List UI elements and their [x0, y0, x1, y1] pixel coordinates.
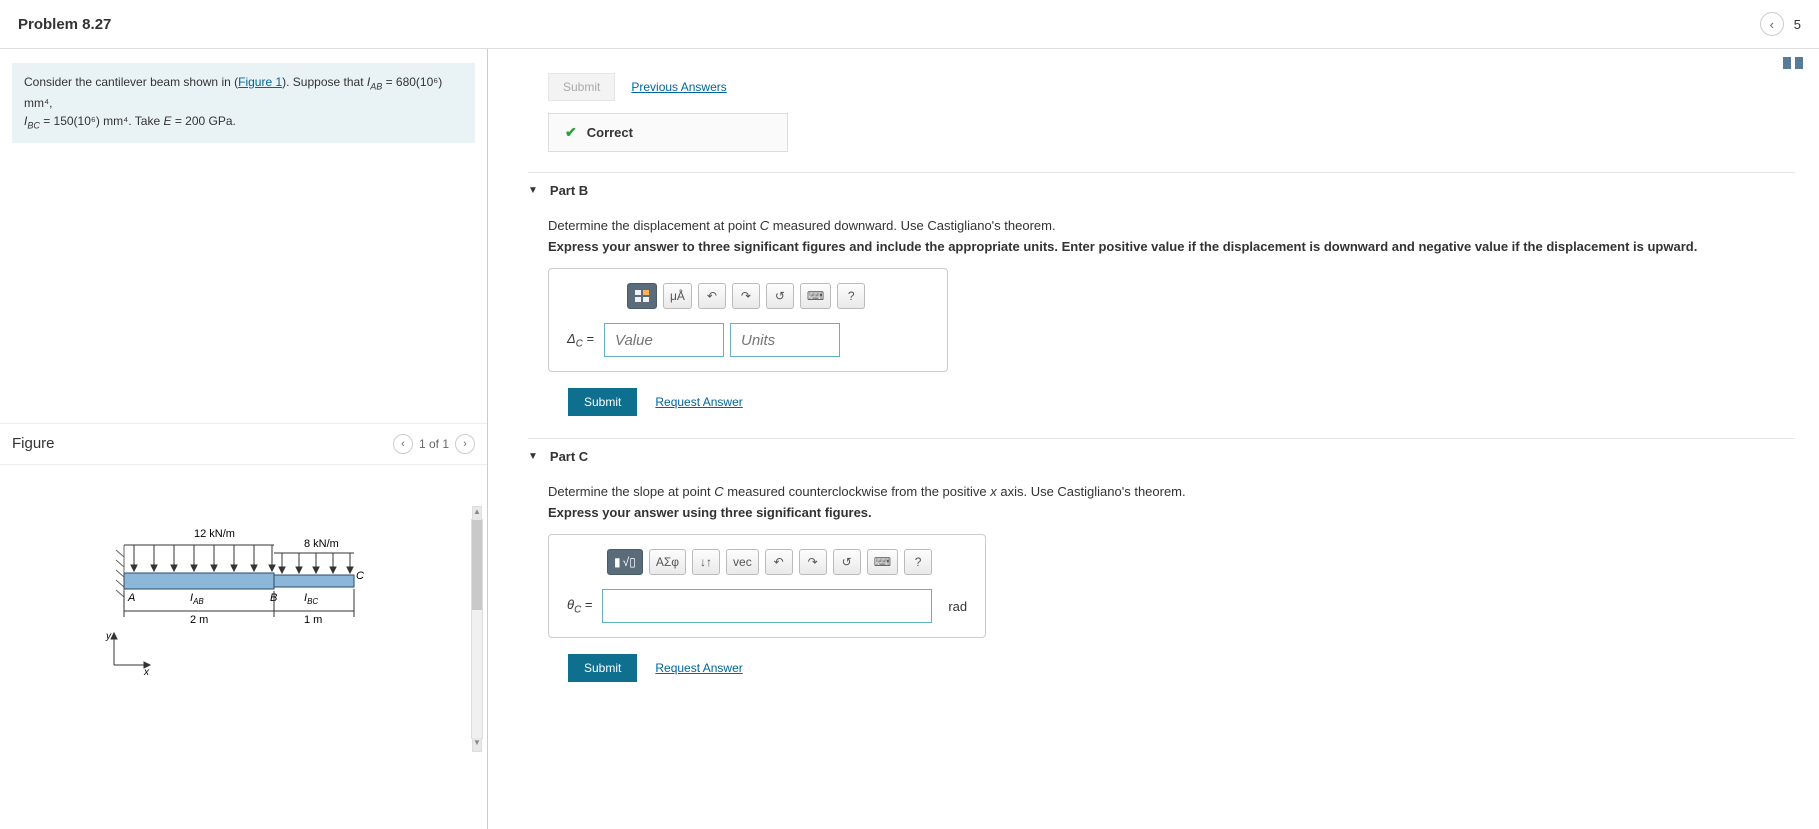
- svg-text:IBC: IBC: [304, 592, 318, 606]
- scroll-up-icon[interactable]: ▲: [472, 506, 482, 520]
- figure-page-label: 1 of 1: [419, 437, 449, 451]
- check-icon: ✔: [565, 124, 577, 141]
- partb-toolbar: μÅ ↶ ↷ ↺ ⌨ ?: [567, 283, 929, 309]
- partb-submit-button[interactable]: Submit: [568, 388, 637, 416]
- reset-icon[interactable]: ↺: [833, 549, 861, 575]
- subsup-button[interactable]: ↓↑: [692, 549, 720, 575]
- partc-unit-label: rad: [948, 599, 967, 614]
- figure-title: Figure: [12, 435, 55, 452]
- help-icon[interactable]: ?: [904, 549, 932, 575]
- svg-text:A: A: [127, 592, 135, 604]
- svg-text:IAB: IAB: [190, 592, 204, 606]
- partc-prompt: Determine the slope at point C measured …: [548, 484, 1795, 499]
- svg-text:x: x: [143, 667, 150, 675]
- svg-text:C: C: [356, 570, 364, 582]
- partb-value-input[interactable]: [604, 323, 724, 357]
- undo-icon[interactable]: ↶: [698, 283, 726, 309]
- parta-submit-disabled: Submit: [548, 73, 615, 101]
- previous-answers-link[interactable]: Previous Answers: [631, 80, 726, 94]
- header-count: 5: [1794, 17, 1801, 32]
- problem-title: Problem 8.27: [18, 16, 111, 33]
- partb-body: Determine the displacement at point C me…: [528, 208, 1795, 430]
- problem-statement: Consider the cantilever beam shown in (F…: [12, 63, 475, 143]
- svg-text:y: y: [105, 631, 112, 642]
- right-panel: Submit Previous Answers ✔ Correct ▼ Part…: [488, 49, 1819, 829]
- partb-instructions: Express your answer to three significant…: [548, 239, 1795, 254]
- partc-var-label: θC =: [567, 597, 592, 616]
- beam-figure: 12 kN/m 8 kN/m A B C IAB IBC: [104, 505, 384, 675]
- partc-input-row: θC = rad: [567, 589, 967, 623]
- left-panel: Consider the cantilever beam shown in (F…: [0, 49, 488, 829]
- svg-text:12 kN/m: 12 kN/m: [194, 528, 235, 540]
- partb-var-label: ΔC =: [567, 331, 594, 350]
- partc-actions: Submit Request Answer: [568, 654, 1795, 682]
- partb-title: Part B: [550, 183, 588, 198]
- view-toggle-icon[interactable]: [1783, 57, 1803, 69]
- sqrt-icon[interactable]: ▮√▯: [607, 549, 643, 575]
- caret-down-icon: ▼: [528, 451, 538, 462]
- figure-area: ▲ ▼: [0, 464, 487, 829]
- page-header: Problem 8.27 ‹ 5: [0, 0, 1819, 49]
- figure-scrollbar[interactable]: ▲ ▼: [471, 519, 483, 739]
- partb-answer-box: μÅ ↶ ↷ ↺ ⌨ ? ΔC =: [548, 268, 948, 372]
- correct-feedback: ✔ Correct: [548, 113, 788, 152]
- partb-header[interactable]: ▼ Part B: [528, 172, 1795, 208]
- prev-problem-button[interactable]: ‹: [1760, 12, 1784, 36]
- correct-label: Correct: [587, 125, 633, 140]
- redo-icon[interactable]: ↷: [799, 549, 827, 575]
- partc-value-input[interactable]: [602, 589, 932, 623]
- undo-icon[interactable]: ↶: [765, 549, 793, 575]
- partb-request-answer-link[interactable]: Request Answer: [655, 395, 742, 409]
- header-right: ‹ 5: [1760, 12, 1801, 36]
- partc-body: Determine the slope at point C measured …: [528, 474, 1795, 696]
- parta-actions: Submit Previous Answers: [548, 73, 1795, 101]
- scroll-down-icon[interactable]: ▼: [472, 738, 482, 752]
- partc-toolbar: ▮√▯ ΑΣφ ↓↑ vec ↶ ↷ ↺ ⌨ ?: [567, 549, 967, 575]
- svg-text:1 m: 1 m: [304, 614, 322, 626]
- help-icon[interactable]: ?: [837, 283, 865, 309]
- greek-button[interactable]: ΑΣφ: [649, 549, 686, 575]
- svg-text:8 kN/m: 8 kN/m: [304, 538, 339, 550]
- partc-instructions: Express your answer using three signific…: [548, 505, 1795, 520]
- redo-icon[interactable]: ↷: [732, 283, 760, 309]
- partb-input-row: ΔC =: [567, 323, 929, 357]
- figure-link[interactable]: Figure 1: [238, 75, 282, 89]
- partb-actions: Submit Request Answer: [568, 388, 1795, 416]
- partc-answer-box: ▮√▯ ΑΣφ ↓↑ vec ↶ ↷ ↺ ⌨ ? θC = rad: [548, 534, 986, 638]
- figure-prev-button[interactable]: ‹: [393, 434, 413, 454]
- figure-next-button[interactable]: ›: [455, 434, 475, 454]
- partc-header[interactable]: ▼ Part C: [528, 438, 1795, 474]
- figure-header: Figure ‹ 1 of 1 ›: [0, 423, 487, 464]
- partc-title: Part C: [550, 449, 588, 464]
- unit-symbol-button[interactable]: μÅ: [663, 283, 692, 309]
- svg-text:2 m: 2 m: [190, 614, 208, 626]
- figure-pager: ‹ 1 of 1 ›: [393, 434, 475, 454]
- keyboard-icon[interactable]: ⌨: [800, 283, 831, 309]
- partc-submit-button[interactable]: Submit: [568, 654, 637, 682]
- vec-button[interactable]: vec: [726, 549, 759, 575]
- partb-units-input[interactable]: [730, 323, 840, 357]
- templates-icon[interactable]: [627, 283, 657, 309]
- caret-down-icon: ▼: [528, 185, 538, 196]
- partb-prompt: Determine the displacement at point C me…: [548, 218, 1795, 233]
- keyboard-icon[interactable]: ⌨: [867, 549, 898, 575]
- scroll-thumb[interactable]: [472, 520, 482, 610]
- reset-icon[interactable]: ↺: [766, 283, 794, 309]
- partc-request-answer-link[interactable]: Request Answer: [655, 661, 742, 675]
